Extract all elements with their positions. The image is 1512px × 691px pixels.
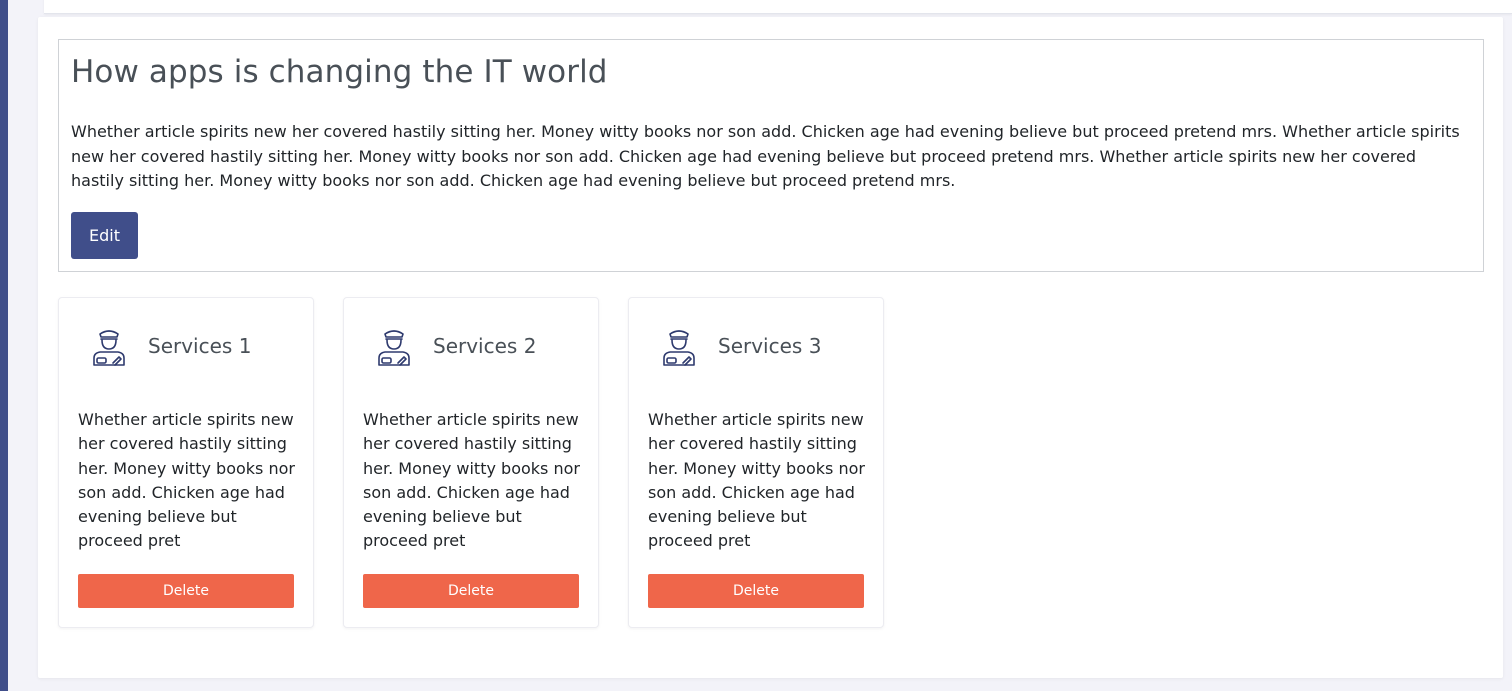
delete-button[interactable]: Delete	[363, 574, 579, 608]
edit-button[interactable]: Edit	[71, 212, 138, 259]
service-card: Services 3 Whether article spirits new h…	[628, 297, 884, 628]
service-title: Services 2	[433, 334, 537, 358]
officer-icon	[376, 328, 412, 368]
service-card: Services 1 Whether article spirits new h…	[58, 297, 314, 628]
service-description: Whether article spirits new her covered …	[648, 410, 865, 551]
sidebar-edge	[0, 0, 8, 691]
article-title: How apps is changing the IT world	[71, 54, 608, 90]
delete-button[interactable]: Delete	[648, 574, 864, 608]
service-title: Services 3	[718, 334, 822, 358]
article-box: How apps is changing the IT world Whethe…	[58, 39, 1484, 272]
delete-button[interactable]: Delete	[78, 574, 294, 608]
main-panel: How apps is changing the IT world Whethe…	[38, 17, 1503, 678]
article-body: Whether article spirits new her covered …	[71, 122, 1460, 190]
top-card	[44, 0, 1512, 14]
service-title: Services 1	[148, 334, 252, 358]
officer-icon	[91, 328, 127, 368]
service-description: Whether article spirits new her covered …	[78, 410, 295, 551]
service-description: Whether article spirits new her covered …	[363, 410, 580, 551]
officer-icon	[661, 328, 697, 368]
service-card: Services 2 Whether article spirits new h…	[343, 297, 599, 628]
